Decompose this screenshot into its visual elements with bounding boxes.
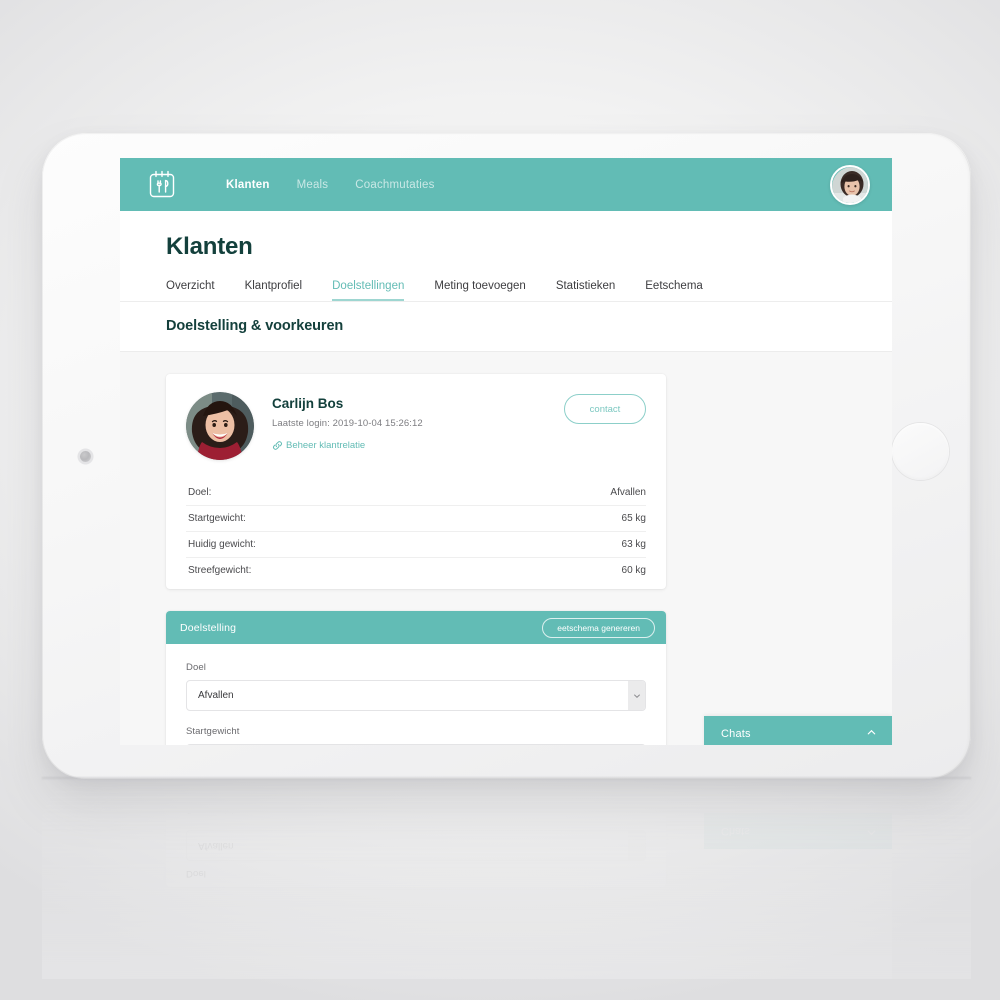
- device-floor-shadow: [42, 777, 971, 780]
- reflection-label-doel: Doel: [186, 868, 206, 879]
- tablet-device-frame: Klanten Meals Coachmutaties Klanten Over…: [42, 133, 971, 779]
- nav-item-meals[interactable]: Meals: [297, 179, 329, 191]
- field-group-doel: Doel Afvallen: [186, 662, 646, 711]
- client-last-login: Laatste login: 2019-10-04 15:26:12: [272, 418, 423, 429]
- tab-overzicht[interactable]: Overzicht: [166, 280, 215, 301]
- front-camera-icon: [80, 451, 91, 462]
- goal-row-value: 63 kg: [621, 539, 646, 550]
- reflection-chats-bar: Chats: [704, 813, 892, 849]
- page-title: Klanten: [166, 233, 253, 260]
- goal-row-label: Startgewicht:: [188, 513, 246, 524]
- table-row: Startgewicht: 65 kg: [186, 506, 646, 532]
- chevron-down-icon[interactable]: [628, 681, 645, 710]
- goal-row-label: Huidig gewicht:: [188, 539, 256, 550]
- doelstelling-panel-title: Doelstelling: [180, 621, 237, 634]
- doelstelling-panel: Doelstelling eetschema genereren Doel Af…: [166, 611, 666, 745]
- goal-row-value: 60 kg: [621, 565, 646, 576]
- reflection-doel-select: Afvallen: [186, 830, 646, 861]
- startgewicht-input[interactable]: 65: [186, 744, 646, 745]
- doelstelling-panel-header: Doelstelling eetschema genereren: [166, 611, 666, 644]
- tablet-screen: Klanten Meals Coachmutaties Klanten Over…: [120, 158, 892, 745]
- meal-calendar-logo-icon[interactable]: [146, 169, 178, 201]
- tab-doelstellingen[interactable]: Doelstellingen: [332, 280, 405, 301]
- nav-item-klanten[interactable]: Klanten: [226, 179, 270, 191]
- reflection-doel-value: Afvallen: [198, 840, 234, 851]
- doel-select[interactable]: Afvallen: [186, 680, 646, 711]
- goal-row-value: 65 kg: [621, 513, 646, 524]
- chats-label: Chats: [721, 728, 751, 740]
- reflection-chevron-icon: [866, 824, 877, 838]
- main-nav: Klanten Meals Coachmutaties: [226, 179, 435, 191]
- client-card-header: Carlijn Bos Laatste login: 2019-10-04 15…: [186, 392, 646, 460]
- contact-button[interactable]: contact: [564, 394, 646, 424]
- chats-bar[interactable]: Chats: [704, 716, 892, 745]
- goal-row-label: Doel:: [188, 487, 212, 498]
- table-row: Streefgewicht: 60 kg: [186, 558, 646, 583]
- tab-klantprofiel[interactable]: Klantprofiel: [245, 280, 303, 301]
- goal-row-value: Afvallen: [610, 487, 646, 498]
- home-button[interactable]: [892, 423, 949, 480]
- section-heading-bar: Doelstelling & voorkeuren: [120, 302, 892, 352]
- label-startgewicht: Startgewicht: [186, 726, 240, 737]
- manage-relation-label: Beheer klantrelatie: [286, 440, 366, 451]
- profile-avatar[interactable]: [830, 164, 870, 205]
- goal-row-label: Streefgewicht:: [188, 565, 252, 576]
- device-reflection: Doel Afvallen Startgewicht 65 Chats: [42, 779, 971, 979]
- client-info: Carlijn Bos Laatste login: 2019-10-04 15…: [272, 392, 423, 451]
- field-group-startgewicht: Startgewicht 65: [186, 726, 646, 745]
- link-chain-icon: [272, 440, 283, 451]
- client-summary-card: Carlijn Bos Laatste login: 2019-10-04 15…: [166, 374, 666, 589]
- sub-tab-bar: Overzicht Klantprofiel Doelstellingen Me…: [120, 261, 892, 301]
- page-header: Klanten Overzicht Klantprofiel Doelstell…: [120, 211, 892, 302]
- tab-statistieken[interactable]: Statistieken: [556, 280, 615, 301]
- doel-select-value: Afvallen: [198, 690, 234, 701]
- chevron-up-icon[interactable]: [866, 727, 877, 741]
- client-goal-table: Doel: Afvallen Startgewicht: 65 kg Huidi…: [186, 480, 646, 583]
- nav-item-coachmutaties[interactable]: Coachmutaties: [355, 179, 434, 191]
- client-avatar: [186, 392, 254, 460]
- table-row: Doel: Afvallen: [186, 480, 646, 506]
- generate-eetschema-button[interactable]: eetschema genereren: [542, 617, 655, 638]
- section-heading: Doelstelling & voorkeuren: [166, 318, 344, 334]
- content-area: Carlijn Bos Laatste login: 2019-10-04 15…: [120, 352, 892, 745]
- reflection-label-startgewicht: Startgewicht: [186, 813, 646, 815]
- client-name: Carlijn Bos: [272, 396, 344, 411]
- reflection-chats-label: Chats: [721, 825, 750, 837]
- tab-eetschema[interactable]: Eetschema: [645, 280, 703, 301]
- doelstelling-panel-body: Doel Afvallen Startgewicht: [166, 644, 666, 745]
- manage-relation-link[interactable]: Beheer klantrelatie: [272, 440, 423, 451]
- top-navigation-bar: Klanten Meals Coachmutaties: [120, 158, 892, 211]
- label-doel: Doel: [186, 662, 206, 673]
- table-row: Huidig gewicht: 63 kg: [186, 532, 646, 558]
- tab-meting-toevoegen[interactable]: Meting toevoegen: [434, 280, 525, 301]
